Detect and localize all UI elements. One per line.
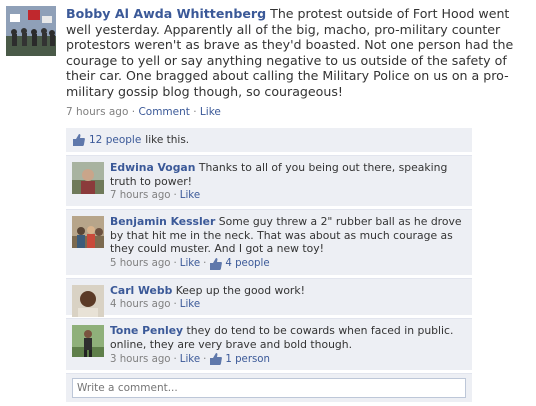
story-message: Bobby Al Awda Whittenberg The protest ou… (66, 6, 528, 100)
comment-likers-link[interactable]: 1 person (225, 354, 270, 365)
comment-item: Benjamin Kessler Some guy threw a 2" rub… (66, 209, 472, 275)
comment-likers-link[interactable]: 4 people (225, 258, 269, 269)
meta-separator: · (203, 258, 207, 269)
comment-like-link[interactable]: Like (180, 258, 200, 269)
meta-separator: · (173, 190, 177, 201)
avatar-photo (72, 284, 104, 317)
comment-timestamp[interactable]: 5 hours ago (110, 258, 171, 269)
meta-separator: · (193, 105, 197, 118)
comment-item: Tone Penley they do tend to be cowards w… (66, 318, 472, 370)
likes-suffix: like this. (145, 134, 190, 146)
comment-meta: 7 hours ago · Like (110, 190, 466, 201)
comment-meta: 4 hours ago · Like (110, 299, 466, 310)
story-meta: 7 hours ago · Comment · Like (66, 106, 528, 118)
comment-author-link[interactable]: Carl Webb (110, 284, 172, 297)
comment-timestamp[interactable]: 4 hours ago (110, 299, 171, 310)
commenter-avatar[interactable] (72, 284, 104, 317)
comment-body: Benjamin Kessler Some guy threw a 2" rub… (110, 215, 466, 256)
comment-author-link[interactable]: Tone Penley (110, 324, 183, 337)
meta-separator: · (131, 105, 136, 118)
avatar-photo (72, 216, 104, 248)
thumbs-up-icon (72, 134, 85, 146)
comment-author-link[interactable]: Edwina Vogan (110, 161, 195, 174)
comment-meta: 5 hours ago · Like · 4 people (110, 257, 466, 270)
thumbs-up-icon (209, 257, 223, 270)
comment-link[interactable]: Comment (138, 106, 189, 118)
comment-body: Carl Webb Keep up the good work! (110, 284, 466, 298)
likers-link[interactable]: 12 people (89, 134, 141, 146)
meta-separator: · (173, 299, 177, 310)
comment-body: Edwina Vogan Thanks to all of you being … (110, 161, 466, 188)
avatar-photo (72, 162, 104, 194)
commenter-avatar[interactable] (72, 325, 104, 357)
comment-body: Tone Penley they do tend to be cowards w… (110, 324, 466, 351)
comment-meta: 3 hours ago · Like · 1 person (110, 353, 466, 365)
commenter-avatar[interactable] (72, 162, 104, 194)
comment-item: Edwina Vogan Thanks to all of you being … (66, 155, 472, 206)
likes-summary: 12 people like this. (66, 128, 472, 152)
story-body: Bobby Al Awda Whittenberg The protest ou… (66, 6, 528, 118)
avatar-photo (72, 325, 104, 357)
thumbs-up-icon (209, 353, 223, 365)
comment-timestamp[interactable]: 7 hours ago (110, 190, 171, 201)
comment-like-link[interactable]: Like (180, 354, 200, 365)
like-link[interactable]: Like (200, 106, 221, 118)
write-comment-input[interactable] (72, 378, 466, 398)
story-author-link[interactable]: Bobby Al Awda Whittenberg (66, 6, 266, 21)
comment-item: Carl Webb Keep up the good work! 4 hours… (66, 277, 472, 317)
commenter-avatar[interactable] (72, 216, 104, 248)
protest-photo (6, 6, 56, 56)
feedback-section: 12 people like this. Edwina Vogan Thanks… (66, 128, 472, 402)
meta-separator: · (203, 353, 207, 365)
meta-separator: · (173, 258, 177, 269)
comment-like-link[interactable]: Like (180, 299, 200, 310)
write-comment-area (66, 373, 472, 402)
meta-separator: · (173, 353, 177, 365)
comment-text: Keep up the good work! (175, 283, 305, 297)
comment-timestamp[interactable]: 3 hours ago (110, 354, 171, 365)
comment-author-link[interactable]: Benjamin Kessler (110, 215, 215, 228)
poster-avatar[interactable] (6, 6, 56, 56)
story-timestamp[interactable]: 7 hours ago (66, 106, 128, 118)
comment-like-link[interactable]: Like (180, 190, 200, 201)
